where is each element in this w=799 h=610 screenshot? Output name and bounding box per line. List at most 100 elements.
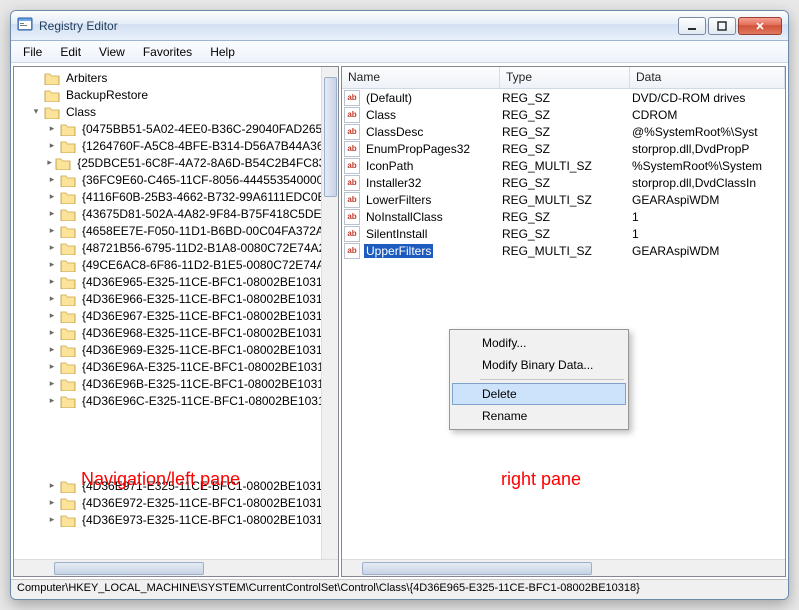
- tree-node[interactable]: ▸{4D36E971-E325-11CE-BFC1-08002BE10318}: [14, 477, 338, 494]
- tree-label: {36FC9E60-C465-11CF-8056-444553540000}: [80, 173, 329, 187]
- value-row[interactable]: abClassDescREG_SZ@%SystemRoot%\Syst: [342, 123, 785, 140]
- titlebar[interactable]: Registry Editor: [11, 11, 788, 41]
- tree-node[interactable]: ▸{43675D81-502A-4A82-9F84-B75F418C5DEE}: [14, 205, 338, 222]
- values-pane[interactable]: Name Type Data ab(Default)REG_SZDVD/CD-R…: [341, 66, 786, 577]
- expand-icon[interactable]: [30, 72, 42, 84]
- values-horizontal-scrollbar[interactable]: [342, 559, 785, 576]
- folder-icon: [60, 496, 76, 510]
- menu-help[interactable]: Help: [202, 43, 243, 61]
- registry-editor-window: Registry Editor FileEditViewFavoritesHel…: [10, 10, 789, 600]
- tree-label: {4D36E966-E325-11CE-BFC1-08002BE10318}: [80, 292, 335, 306]
- value-row[interactable]: abUpperFiltersREG_MULTI_SZGEARAspiWDM: [342, 242, 785, 259]
- tree-node[interactable]: ▸ {4D36E96A-E325-11CE-BFC1-08002BE10318}: [14, 358, 338, 375]
- folder-icon: [60, 190, 76, 204]
- tree-label: {4D36E969-E325-11CE-BFC1-08002BE10318}: [80, 343, 335, 357]
- expand-icon[interactable]: ▸: [46, 174, 58, 186]
- tree-node[interactable]: ▸{48721B56-6795-11D2-B1A8-0080C72E74A2}: [14, 239, 338, 256]
- tree-node[interactable]: ▾Class: [14, 103, 338, 120]
- menu-modify-binary[interactable]: Modify Binary Data...: [452, 354, 626, 376]
- tree-node[interactable]: ▸{4658EE7E-F050-11D1-B6BD-00C04FA372A7}: [14, 222, 338, 239]
- expand-icon[interactable]: ▸: [46, 480, 58, 492]
- menu-view[interactable]: View: [91, 43, 133, 61]
- minimize-button[interactable]: [678, 17, 706, 35]
- expand-icon[interactable]: ▸: [46, 361, 58, 373]
- tree-node[interactable]: ▸{4D36E973-E325-11CE-BFC1-08002BE10318}: [14, 511, 338, 528]
- tree-node[interactable]: Arbiters: [14, 69, 338, 86]
- expand-icon[interactable]: ▸: [46, 157, 53, 169]
- menu-edit[interactable]: Edit: [52, 43, 89, 61]
- value-type: REG_SZ: [500, 142, 630, 156]
- close-button[interactable]: [738, 17, 782, 35]
- tree-node[interactable]: BackupRestore: [14, 86, 338, 103]
- column-name[interactable]: Name: [342, 67, 500, 88]
- value-row[interactable]: abLowerFiltersREG_MULTI_SZGEARAspiWDM: [342, 191, 785, 208]
- value-row[interactable]: abInstaller32REG_SZstorprop.dll,DvdClass…: [342, 174, 785, 191]
- value-row[interactable]: abIconPathREG_MULTI_SZ%SystemRoot%\Syste…: [342, 157, 785, 174]
- expand-icon[interactable]: ▸: [46, 123, 58, 135]
- navigation-pane[interactable]: ArbitersBackupRestore▾Class▸{0475BB51-5A…: [13, 66, 339, 577]
- expand-icon[interactable]: ▸: [46, 395, 58, 407]
- tree-node[interactable]: ▸{4D36E967-E325-11CE-BFC1-08002BE10318}: [14, 307, 338, 324]
- tree-node[interactable]: ▸{4D36E965-E325-11CE-BFC1-08002BE10318}: [14, 273, 338, 290]
- tree-node[interactable]: ▸{4D36E96B-E325-11CE-BFC1-08002BE10318}: [14, 375, 338, 392]
- expand-icon[interactable]: ▸: [46, 310, 58, 322]
- tree-node[interactable]: ▸ {36FC9E60-C465-11CF-8056-444553540000}: [14, 171, 338, 188]
- registry-tree[interactable]: ArbitersBackupRestore▾Class▸{0475BB51-5A…: [14, 67, 338, 559]
- menu-delete[interactable]: Delete: [452, 383, 626, 405]
- value-type: REG_MULTI_SZ: [500, 193, 630, 207]
- menu-modify[interactable]: Modify...: [452, 332, 626, 354]
- expand-icon[interactable]: [30, 89, 42, 101]
- column-headers[interactable]: Name Type Data: [342, 67, 785, 89]
- folder-icon: [60, 309, 76, 323]
- value-row[interactable]: abSilentInstallREG_SZ1: [342, 225, 785, 242]
- value-data: GEARAspiWDM: [630, 244, 785, 258]
- string-value-icon: ab: [344, 209, 360, 225]
- tree-node[interactable]: ▸ {4D36E972-E325-11CE-BFC1-08002BE10318}: [14, 494, 338, 511]
- expand-icon[interactable]: ▸: [46, 225, 58, 237]
- menu-file[interactable]: File: [15, 43, 50, 61]
- tree-label: {4D36E96A-E325-11CE-BFC1-08002BE10318}: [80, 360, 337, 374]
- tree-node[interactable]: ▸{4116F60B-25B3-4662-B732-99A6111EDC0B}: [14, 188, 338, 205]
- value-row[interactable]: abClassREG_SZCDROM: [342, 106, 785, 123]
- tree-node[interactable]: ▸{1264760F-A5C8-4BFE-B314-D56A7B44A362}: [14, 137, 338, 154]
- maximize-button[interactable]: [708, 17, 736, 35]
- menu-favorites[interactable]: Favorites: [135, 43, 200, 61]
- expand-icon[interactable]: ▸: [46, 208, 58, 220]
- value-data: storprop.dll,DvdClassIn: [630, 176, 785, 190]
- tree-node[interactable]: ▸ {25DBCE51-6C8F-4A72-8A6D-B54C2B4FC835}: [14, 154, 338, 171]
- expand-icon[interactable]: ▸: [46, 327, 58, 339]
- expand-icon[interactable]: ▸: [46, 259, 58, 271]
- tree-label: {25DBCE51-6C8F-4A72-8A6D-B54C2B4FC835}: [75, 156, 338, 170]
- expand-icon[interactable]: ▸: [46, 276, 58, 288]
- tree-node[interactable]: ▸{4D36E968-E325-11CE-BFC1-08002BE10318}: [14, 324, 338, 341]
- menu-rename[interactable]: Rename: [452, 405, 626, 427]
- tree-node[interactable]: ▸{4D36E96C-E325-11CE-BFC1-08002BE10318}: [14, 392, 338, 409]
- value-row[interactable]: abEnumPropPages32REG_SZstorprop.dll,DvdP…: [342, 140, 785, 157]
- expand-icon[interactable]: ▸: [46, 378, 58, 390]
- expand-icon[interactable]: ▸: [46, 497, 58, 509]
- folder-icon: [60, 343, 76, 357]
- tree-node[interactable]: ▸{0475BB51-5A02-4EE0-B36C-29040FAD2650}: [14, 120, 338, 137]
- expand-icon[interactable]: ▸: [46, 514, 58, 526]
- tree-node[interactable]: ▸ {4D36E966-E325-11CE-BFC1-08002BE10318}: [14, 290, 338, 307]
- folder-icon: [60, 326, 76, 340]
- value-row[interactable]: abNoInstallClassREG_SZ1: [342, 208, 785, 225]
- folder-icon: [60, 479, 76, 493]
- expand-icon[interactable]: ▸: [46, 140, 58, 152]
- value-row[interactable]: ab(Default)REG_SZDVD/CD-ROM drives: [342, 89, 785, 106]
- expand-icon[interactable]: ▸: [46, 242, 58, 254]
- string-value-icon: ab: [344, 90, 360, 106]
- expand-icon[interactable]: ▸: [46, 344, 58, 356]
- column-data[interactable]: Data: [630, 67, 785, 88]
- tree-vertical-scrollbar[interactable]: [321, 67, 338, 559]
- expand-icon[interactable]: ▸: [46, 191, 58, 203]
- tree-label: {4D36E972-E325-11CE-BFC1-08002BE10318}: [80, 496, 335, 510]
- tree-node[interactable]: ▸{49CE6AC8-6F86-11D2-B1E5-0080C72E74A2}: [14, 256, 338, 273]
- values-list[interactable]: ab(Default)REG_SZDVD/CD-ROM drivesabClas…: [342, 89, 785, 559]
- tree-node[interactable]: ▸ {4D36E969-E325-11CE-BFC1-08002BE10318}: [14, 341, 338, 358]
- folder-icon: [44, 71, 60, 85]
- expand-icon[interactable]: ▸: [46, 293, 58, 305]
- expand-icon[interactable]: ▾: [30, 106, 42, 118]
- column-type[interactable]: Type: [500, 67, 630, 88]
- tree-horizontal-scrollbar[interactable]: [14, 559, 338, 576]
